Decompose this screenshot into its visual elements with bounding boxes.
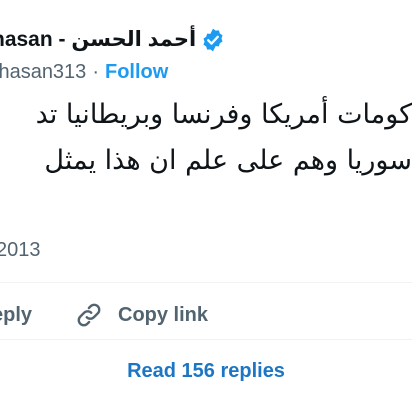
read-replies-button[interactable]: Read 156 replies bbox=[0, 351, 412, 391]
author-handle-row: lhasan313 · Follow bbox=[0, 58, 168, 86]
tweet-text-line-1: كومات أمريكا وفرنسا وبريطانيا تد bbox=[35, 99, 412, 130]
separator-dot: · bbox=[92, 61, 99, 83]
tweet-card: hasan - أحمد الحسن lhasan313 · Follow كو… bbox=[0, 0, 412, 412]
read-replies-label: Read 156 replies bbox=[127, 359, 285, 382]
tweet-text-line-2: سوريا وهم على علم ان هذا يمثل bbox=[44, 145, 412, 176]
action-bar: eply Copy link bbox=[0, 297, 412, 333]
reply-button[interactable]: eply bbox=[0, 304, 32, 327]
author-display-name[interactable]: hasan - أحمد الحسن bbox=[0, 26, 196, 54]
copy-link-label: Copy link bbox=[118, 303, 209, 326]
verified-badge-icon bbox=[200, 27, 226, 53]
tweet-text: كومات أمريكا وفرنسا وبريطانيا تد سوريا و… bbox=[0, 92, 412, 184]
copy-link-button[interactable]: Copy link bbox=[74, 300, 208, 330]
link-icon bbox=[74, 300, 104, 330]
tweet-timestamp[interactable]: 2013 bbox=[0, 236, 41, 264]
author-handle[interactable]: lhasan313 bbox=[0, 58, 86, 86]
divider-bottom bbox=[0, 339, 412, 340]
author-name-row[interactable]: hasan - أحمد الحسن bbox=[0, 26, 226, 54]
divider-top bbox=[0, 282, 412, 283]
reply-label: eply bbox=[0, 303, 33, 326]
follow-button[interactable]: Follow bbox=[105, 58, 168, 86]
